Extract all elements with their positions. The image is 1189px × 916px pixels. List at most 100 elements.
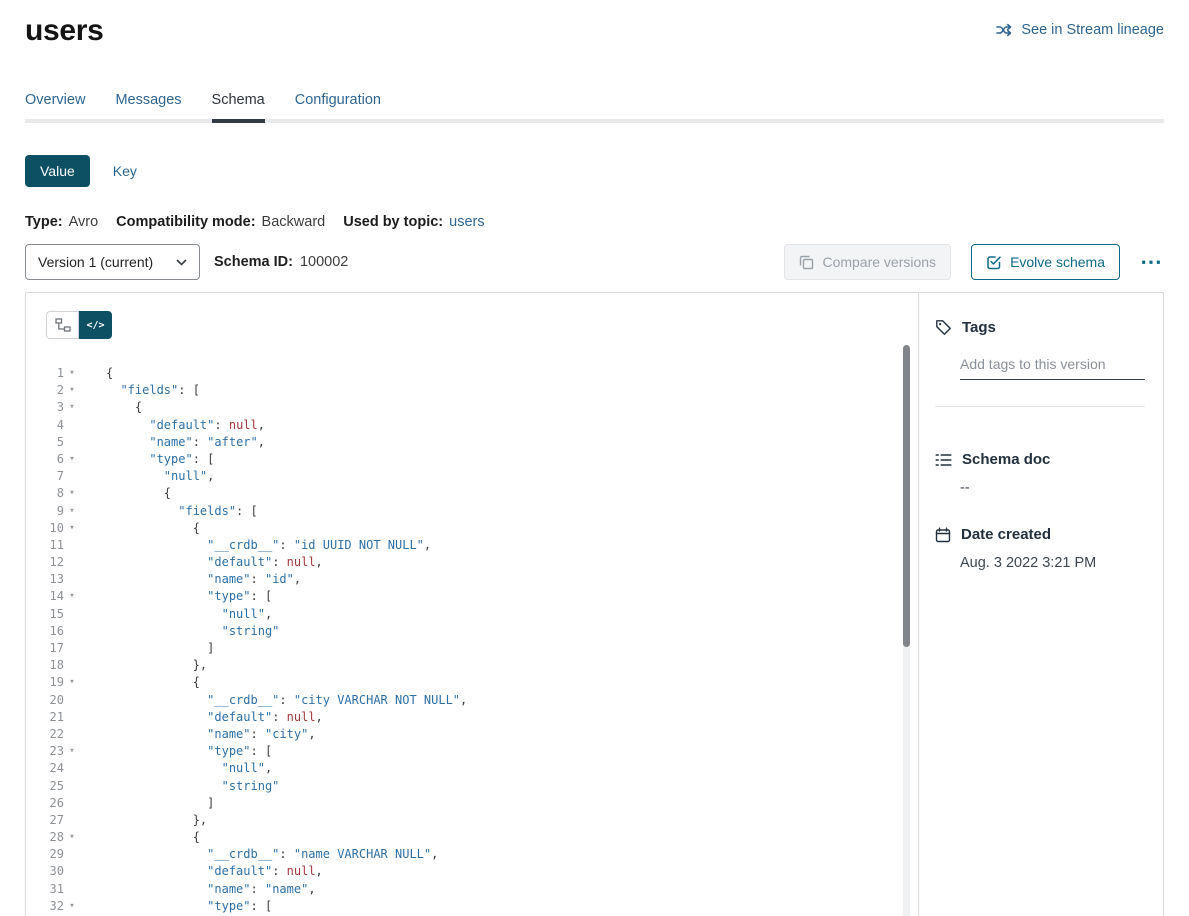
key-toggle-link[interactable]: Key (113, 163, 137, 179)
code-text: { (80, 520, 200, 537)
topic-link[interactable]: users (449, 214, 484, 230)
fold-toggle-icon (64, 846, 80, 863)
fold-toggle-icon (64, 709, 80, 726)
line-number: 5 (26, 434, 64, 451)
fold-toggle-icon (64, 417, 80, 434)
fold-toggle-icon (64, 434, 80, 451)
fold-toggle-icon (64, 657, 80, 674)
tab-configuration[interactable]: Configuration (295, 92, 381, 123)
tags-input[interactable] (960, 352, 1145, 380)
line-number: 16 (26, 623, 64, 640)
fold-toggle-icon (64, 692, 80, 709)
fold-toggle-icon[interactable]: ▾ (64, 503, 80, 520)
code-text: "name": "name", (80, 881, 316, 898)
tree-view-button[interactable] (46, 311, 79, 339)
fold-toggle-icon[interactable]: ▾ (64, 743, 80, 760)
code-line: 21 "default": null, (26, 709, 918, 726)
code-line: 26 ] (26, 795, 918, 812)
schema-doc-heading: Schema doc (962, 451, 1050, 468)
fold-toggle-icon[interactable]: ▾ (64, 382, 80, 399)
date-created-heading: Date created (961, 526, 1051, 543)
fold-toggle-icon (64, 623, 80, 640)
page-header: users See in Stream lineage (25, 14, 1164, 48)
code-line: 29 "__crdb__": "name VARCHAR NULL", (26, 846, 918, 863)
code-text: ] (80, 795, 214, 812)
line-number: 11 (26, 537, 64, 554)
code-line: 15 "null", (26, 606, 918, 623)
code-line: 2▾ "fields": [ (26, 382, 918, 399)
fold-toggle-icon[interactable]: ▾ (64, 898, 80, 915)
topic-label: Used by topic: (343, 214, 443, 230)
code-text: ] (80, 640, 214, 657)
fold-toggle-icon (64, 554, 80, 571)
fold-toggle-icon[interactable]: ▾ (64, 485, 80, 502)
tab-messages[interactable]: Messages (115, 92, 181, 123)
version-select[interactable]: Version 1 (current) (25, 244, 200, 280)
line-number: 23 (26, 743, 64, 760)
more-options-button[interactable]: ⋯ (1138, 252, 1164, 272)
line-number: 26 (26, 795, 64, 812)
code-line: 11 "__crdb__": "id UUID NOT NULL", (26, 537, 918, 554)
code-text: "type": [ (80, 898, 272, 915)
line-number: 29 (26, 846, 64, 863)
line-number: 2 (26, 382, 64, 399)
fold-toggle-icon (64, 468, 80, 485)
fold-toggle-icon[interactable]: ▾ (64, 399, 80, 416)
code-text: "__crdb__": "name VARCHAR NULL", (80, 846, 438, 863)
code-line: 24 "null", (26, 760, 918, 777)
value-toggle-button[interactable]: Value (25, 155, 90, 187)
code-text: "null", (80, 468, 214, 485)
code-line: 22 "name": "city", (26, 726, 918, 743)
compare-versions-button[interactable]: Compare versions (784, 244, 951, 280)
stream-lineage-link[interactable]: See in Stream lineage (996, 22, 1164, 38)
schema-page: users See in Stream lineage Overview Mes… (0, 0, 1189, 916)
fold-toggle-icon (64, 606, 80, 623)
schema-doc-section-header: Schema doc (935, 451, 1145, 468)
fold-toggle-icon (64, 726, 80, 743)
tags-heading: Tags (962, 319, 996, 336)
code-text: { (80, 829, 200, 846)
chevron-down-icon (176, 259, 187, 266)
line-number: 4 (26, 417, 64, 434)
line-number: 31 (26, 881, 64, 898)
code-line: 1▾{ (26, 365, 918, 382)
code-line: 16 "string" (26, 623, 918, 640)
compatibility-label: Compatibility mode: (116, 214, 255, 230)
code-lines: 1▾{2▾ "fields": [3▾ {4 "default": null,5… (26, 365, 918, 915)
fold-toggle-icon[interactable]: ▾ (64, 829, 80, 846)
code-text: "default": null, (80, 709, 323, 726)
schema-id-value: 100002 (300, 254, 348, 270)
fold-toggle-icon[interactable]: ▾ (64, 588, 80, 605)
code-line: 12 "default": null, (26, 554, 918, 571)
fold-toggle-icon (64, 863, 80, 880)
fold-toggle-icon (64, 778, 80, 795)
tab-schema[interactable]: Schema (212, 92, 265, 123)
fold-toggle-icon[interactable]: ▾ (64, 674, 80, 691)
evolve-schema-button[interactable]: Evolve schema (971, 244, 1120, 280)
tab-overview[interactable]: Overview (25, 92, 85, 123)
type-value: Avro (69, 214, 99, 230)
copy-icon (799, 255, 814, 270)
code-text: "type": [ (80, 588, 272, 605)
code-view-icon: </> (86, 320, 104, 331)
code-line: 18 }, (26, 657, 918, 674)
stream-lineage-label: See in Stream lineage (1021, 22, 1164, 38)
fold-toggle-icon[interactable]: ▾ (64, 451, 80, 468)
fold-toggle-icon (64, 571, 80, 588)
fold-toggle-icon[interactable]: ▾ (64, 520, 80, 537)
fold-toggle-icon (64, 760, 80, 777)
code-text: "name": "after", (80, 434, 265, 451)
version-select-value: Version 1 (current) (38, 254, 153, 270)
compatibility-value: Backward (262, 214, 326, 230)
code-view-button[interactable]: </> (79, 311, 112, 339)
line-number: 32 (26, 898, 64, 915)
scrollbar-thumb[interactable] (903, 345, 910, 647)
line-number: 6 (26, 451, 64, 468)
fold-toggle-icon[interactable]: ▾ (64, 365, 80, 382)
line-number: 20 (26, 692, 64, 709)
line-number: 15 (26, 606, 64, 623)
line-number: 10 (26, 520, 64, 537)
code-text: "name": "city", (80, 726, 316, 743)
line-number: 3 (26, 399, 64, 416)
schema-panel: </> 1▾{2▾ "fields": [3▾ {4 "default": nu… (25, 292, 1164, 916)
